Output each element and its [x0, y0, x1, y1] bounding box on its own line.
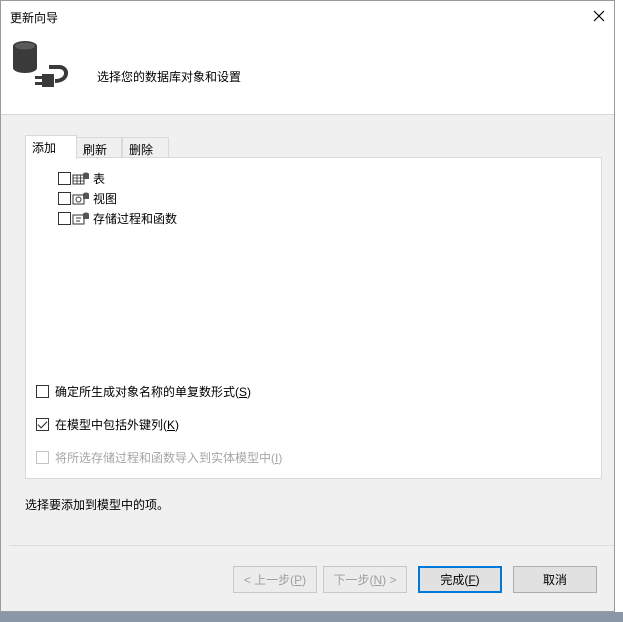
table-icon — [72, 172, 89, 185]
import-procedures-label: 将所选存储过程和函数导入到实体模型中(I) — [55, 451, 283, 465]
finish-button[interactable]: 完成(F) — [418, 566, 502, 593]
close-icon — [593, 10, 605, 22]
tree-item-views-label: 视图 — [93, 191, 118, 206]
pluralize-checkbox[interactable] — [36, 385, 49, 398]
tables-checkbox[interactable] — [58, 171, 71, 185]
view-icon — [72, 192, 89, 205]
tree-item-tables-label: 表 — [93, 171, 106, 186]
next-button[interactable]: 下一步(N) > — [323, 566, 407, 593]
background-strip — [0, 612, 623, 622]
cancel-button-label: 取消 — [542, 573, 567, 587]
tab-refresh[interactable]: 刷新 — [76, 137, 122, 158]
tree-item-procedures[interactable]: 存储过程和函数 — [58, 208, 177, 228]
tab-delete-label: 删除 — [129, 143, 154, 157]
pluralize-label: 确定所生成对象名称的单复数形式(S) — [55, 385, 252, 399]
tab-delete[interactable]: 删除 — [122, 137, 169, 158]
object-tree: 表 视图 存储过程和函数 — [58, 168, 177, 228]
add-tab-panel: 表 视图 存储过程和函数 确定所生成对象名称的单复数形式(S) 在模型中包括外键… — [25, 157, 602, 479]
wizard-header: 选择您的数据库对象和设置 — [1, 31, 614, 115]
back-button[interactable]: < 上一步(P) — [233, 566, 317, 593]
database-plug-icon — [13, 41, 68, 87]
tab-add[interactable]: 添加 — [25, 135, 77, 159]
foreign-keys-option[interactable]: 在模型中包括外键列(K) — [36, 416, 179, 433]
pluralize-option[interactable]: 确定所生成对象名称的单复数形式(S) — [36, 383, 251, 400]
tree-item-tables[interactable]: 表 — [58, 168, 177, 188]
cancel-button[interactable]: 取消 — [513, 566, 597, 593]
tab-refresh-label: 刷新 — [83, 143, 108, 157]
status-description: 选择要添加到模型中的项。 — [25, 498, 170, 512]
foreign-keys-label: 在模型中包括外键列(K) — [55, 418, 180, 432]
foreign-keys-checkbox[interactable] — [36, 418, 49, 431]
import-procedures-option: 将所选存储过程和函数导入到实体模型中(I) — [36, 449, 282, 466]
tree-item-procedures-label: 存储过程和函数 — [93, 211, 178, 226]
header-description: 选择您的数据库对象和设置 — [97, 70, 242, 84]
import-procedures-checkbox — [36, 451, 49, 464]
update-wizard-window: 更新向导 选择您的数据库对象和设置 添加 刷新 删除 表 视图 存储过程和函数 … — [0, 0, 615, 612]
window-title: 更新向导 — [10, 11, 59, 25]
tab-add-label: 添加 — [32, 141, 57, 155]
title-bar: 更新向导 — [1, 1, 614, 31]
stored-procedure-icon — [72, 212, 89, 225]
views-checkbox[interactable] — [58, 191, 71, 205]
procedures-checkbox[interactable] — [58, 211, 71, 225]
close-button[interactable] — [584, 1, 614, 31]
tree-item-views[interactable]: 视图 — [58, 188, 177, 208]
footer-divider — [9, 545, 614, 546]
